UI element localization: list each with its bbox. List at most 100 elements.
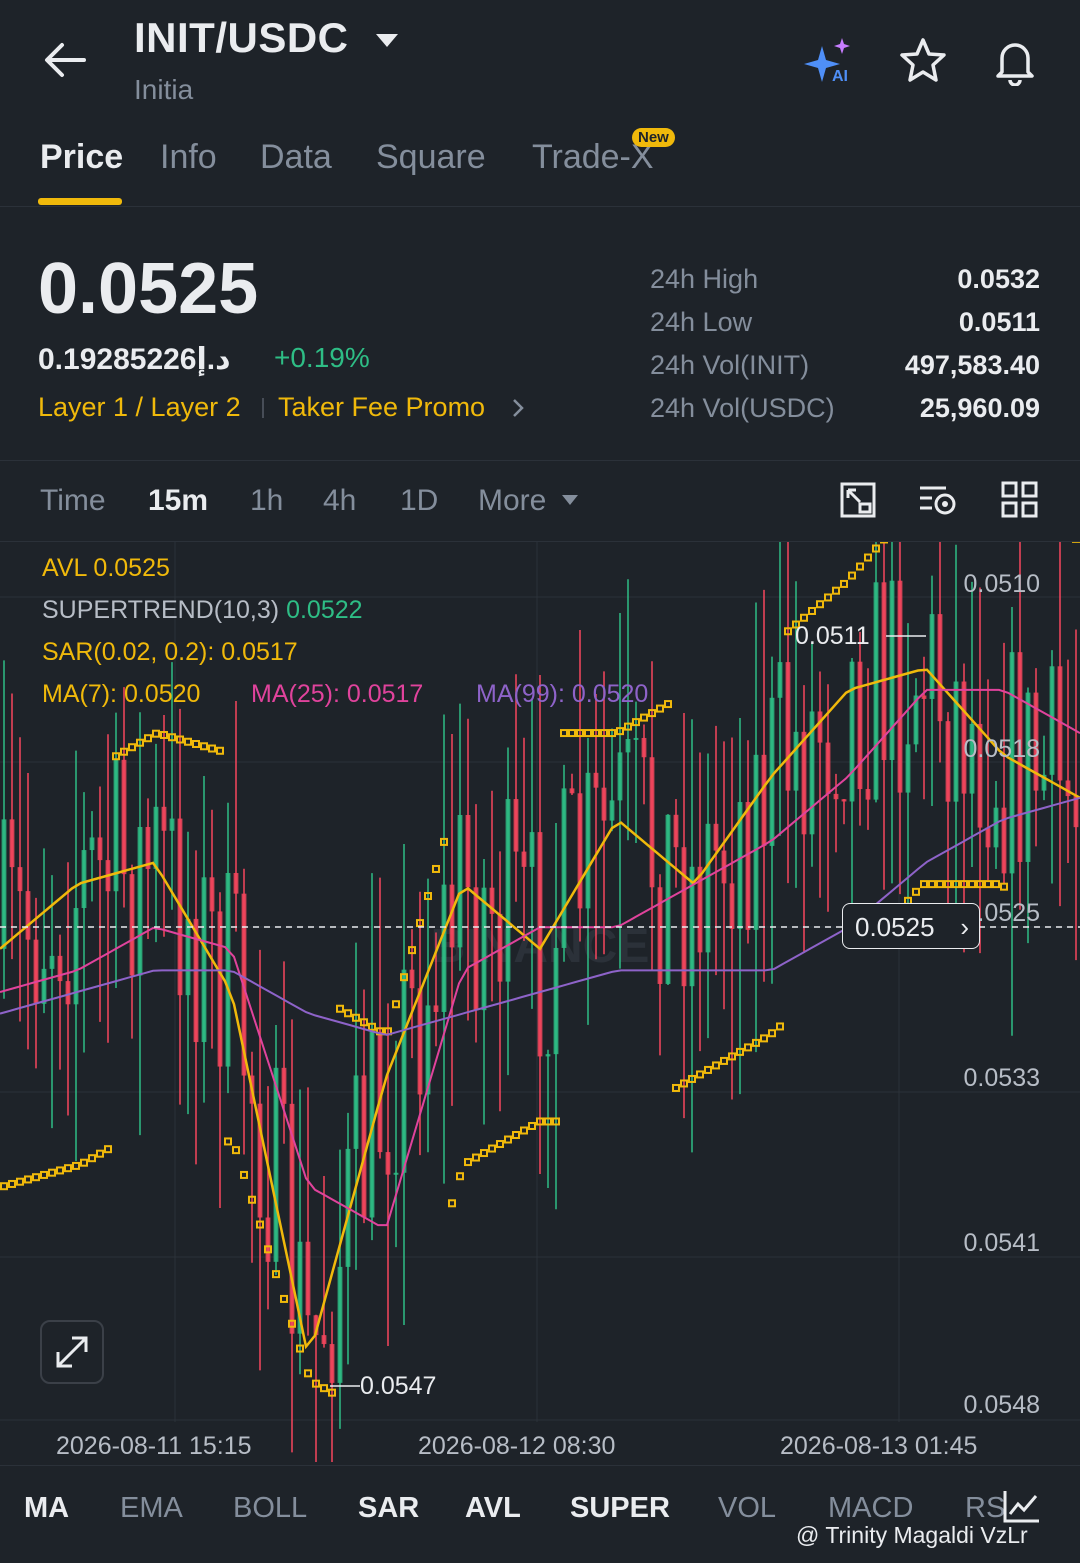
sar-dot xyxy=(816,600,824,609)
candle-body xyxy=(81,850,87,909)
chevron-right-icon: › xyxy=(960,912,969,942)
stat-label: 24h Vol(USDC) xyxy=(650,393,835,423)
y-axis-label: 0.0533 xyxy=(963,1064,1040,1092)
candle-body xyxy=(57,955,63,982)
stat-value: 0.0532 xyxy=(957,264,1040,294)
candle-body xyxy=(617,752,623,801)
indicator-ema[interactable]: EMA xyxy=(120,1492,183,1525)
pair-subtitle: Initia xyxy=(134,74,194,105)
chevron-down-icon[interactable] xyxy=(374,30,400,50)
sar-dot xyxy=(216,746,224,755)
indicator-boll[interactable]: BOLL xyxy=(233,1492,307,1525)
indicator-ma[interactable]: MA xyxy=(24,1492,69,1525)
candle-body xyxy=(649,757,655,888)
sar-dot xyxy=(856,562,864,571)
candle-body xyxy=(209,877,215,912)
candle-body xyxy=(841,799,847,802)
sar-dot xyxy=(224,1137,232,1146)
candle-body xyxy=(577,793,583,909)
sar-dot xyxy=(528,1121,536,1130)
candle-body xyxy=(417,988,423,1095)
interval-more[interactable]: More xyxy=(478,484,546,518)
sar-dot xyxy=(480,1149,488,1158)
tab-square[interactable]: Square xyxy=(376,138,486,177)
tab-data[interactable]: Data xyxy=(260,138,332,177)
sar-dot xyxy=(16,1177,24,1186)
tag-promo[interactable]: Taker Fee Promo xyxy=(278,392,485,423)
sar-dot xyxy=(840,579,848,588)
last-price-tag[interactable]: 0.0525 › xyxy=(842,903,980,949)
chart-mode-icon[interactable] xyxy=(838,480,878,520)
candle-body xyxy=(745,802,751,930)
candle-body xyxy=(129,874,135,976)
sar-dot xyxy=(800,613,808,622)
candle-body xyxy=(521,851,527,867)
sar-dot xyxy=(72,1161,80,1170)
candle-body xyxy=(897,580,903,793)
stat-label: 24h Low xyxy=(650,307,753,337)
sar-dot xyxy=(496,1140,504,1149)
candle-body xyxy=(761,754,767,846)
interval-15m[interactable]: 15m xyxy=(148,484,208,518)
stat-label: 24h High xyxy=(650,264,759,294)
indicator-sar[interactable]: SAR xyxy=(358,1492,419,1525)
interval-4h[interactable]: 4h xyxy=(323,484,356,518)
grid-layout-icon[interactable] xyxy=(1000,480,1040,520)
expand-chart-button[interactable] xyxy=(40,1320,104,1384)
indicator-avl[interactable]: AVL xyxy=(465,1492,521,1525)
tab-price[interactable]: Price xyxy=(40,138,123,177)
candle-body xyxy=(857,661,863,790)
sar-dot xyxy=(712,1061,720,1070)
new-badge: New xyxy=(632,128,675,147)
chevron-right-icon[interactable] xyxy=(510,396,526,420)
candle-body xyxy=(73,908,79,1005)
tab-info[interactable]: Info xyxy=(160,138,217,177)
low-marker: 0.0547 xyxy=(360,1372,437,1400)
candle-body xyxy=(49,955,55,969)
sar-dot xyxy=(240,1170,248,1179)
x-axis-label: 2026-08-13 01:45 xyxy=(780,1432,978,1460)
legend-ma25: MA(25): 0.0517 xyxy=(251,680,424,708)
candle-body xyxy=(561,788,567,948)
candle-body xyxy=(793,731,799,791)
sar-dot xyxy=(64,1164,72,1173)
sar-dot xyxy=(984,880,992,889)
candle-body xyxy=(337,1266,343,1383)
sar-dot xyxy=(208,744,216,753)
interval-1h[interactable]: 1h xyxy=(250,484,283,518)
bell-icon[interactable] xyxy=(990,36,1040,86)
more-caret-icon[interactable] xyxy=(561,493,579,507)
candle-body xyxy=(41,968,47,1004)
candle-body xyxy=(529,832,535,867)
candle-body xyxy=(929,614,935,699)
sar-dot xyxy=(128,743,136,752)
sar-dot xyxy=(8,1179,16,1188)
candle-body xyxy=(553,947,559,1055)
back-arrow-icon[interactable] xyxy=(40,38,90,82)
sar-dot xyxy=(192,740,200,749)
sar-dot xyxy=(848,571,856,580)
active-tab-indicator xyxy=(38,198,122,205)
candle-body xyxy=(9,819,15,868)
candle-body xyxy=(121,759,127,875)
tag-layer[interactable]: Layer 1 / Layer 2 xyxy=(38,392,241,423)
indicator-vol[interactable]: VOL xyxy=(718,1492,776,1525)
interval-time[interactable]: Time xyxy=(40,484,106,518)
indicator-rsi[interactable]: RS xyxy=(965,1492,1005,1525)
candle-body xyxy=(985,827,991,848)
indicator-settings-icon[interactable] xyxy=(918,480,958,520)
candle-body xyxy=(401,969,407,1173)
indicator-macd[interactable]: MACD xyxy=(828,1492,913,1525)
ai-sparkle-icon[interactable]: AI xyxy=(804,36,854,86)
candle-body xyxy=(89,837,95,851)
star-icon[interactable] xyxy=(898,36,948,86)
candle-body xyxy=(465,814,471,888)
candle-body xyxy=(1,819,7,949)
candle-body xyxy=(753,754,759,930)
interval-1d[interactable]: 1D xyxy=(400,484,438,518)
sar-dot xyxy=(656,704,664,713)
last-price-tag-value: 0.0525 xyxy=(855,912,935,942)
indicator-chart-icon[interactable] xyxy=(1002,1488,1042,1524)
pair-title[interactable]: INIT/USDC xyxy=(134,14,349,62)
indicator-super[interactable]: SUPER xyxy=(570,1492,670,1525)
